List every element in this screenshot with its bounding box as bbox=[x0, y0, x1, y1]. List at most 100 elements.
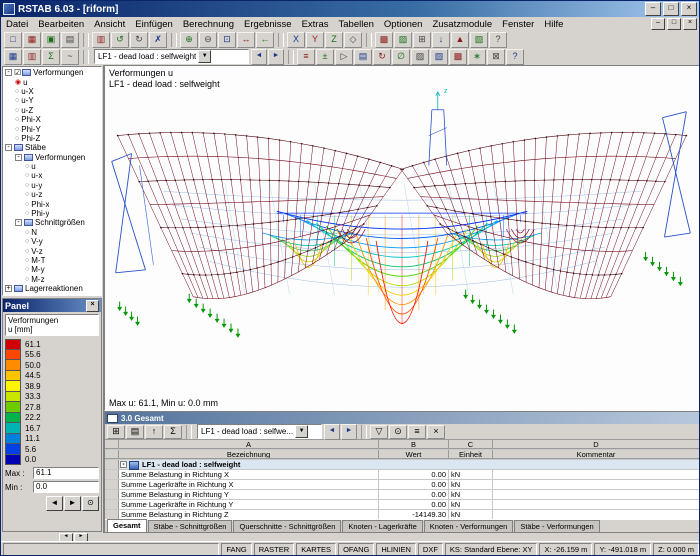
open-file-button[interactable]: ▦ bbox=[23, 31, 41, 48]
tab-querschnitte-schnittgroessen[interactable]: Querschnitte - Schnittgrößen bbox=[233, 520, 342, 532]
show-loads-button[interactable]: ↓ bbox=[432, 31, 450, 48]
panel-title-bar[interactable]: Panel × bbox=[3, 299, 101, 312]
checkbox-icon[interactable]: ☑ bbox=[14, 68, 21, 77]
mdi-close-button[interactable]: × bbox=[683, 18, 697, 30]
tree-item-u[interactable]: ◉ u bbox=[3, 77, 101, 87]
mdi-restore-button[interactable]: □ bbox=[667, 18, 681, 30]
tree-item-staebe-phi-y[interactable]: ○ Phi-y bbox=[3, 209, 101, 218]
table-loadcase-combobox[interactable]: LF1 - dead load : selfwe... ▼ bbox=[197, 424, 322, 439]
results-navigator-tree[interactable]: - ☑ Verformungen ◉ u ○ u-X ○ u-Y ○ u-Z ○… bbox=[2, 66, 102, 296]
show-tables-button[interactable]: ▦ bbox=[4, 48, 22, 65]
zoom-out-button[interactable]: ⊖ bbox=[199, 31, 217, 48]
group-expander-icon[interactable]: - bbox=[120, 461, 127, 468]
radio-off-icon[interactable]: ○ bbox=[25, 238, 29, 245]
result-values-button[interactable]: ± bbox=[316, 48, 334, 65]
help-button[interactable]: ? bbox=[489, 31, 507, 48]
table-row[interactable]: Summe Belastung in Richtung Y 0.00 kN bbox=[105, 490, 699, 500]
print-graphic-button[interactable]: ▤ bbox=[354, 48, 372, 65]
table-row[interactable]: Summe Lagerkräfte in Richtung X 0.00 kN bbox=[105, 480, 699, 490]
zoom-window-button[interactable]: ⊡ bbox=[218, 31, 236, 48]
undo-button[interactable]: ↺ bbox=[111, 31, 129, 48]
radio-on-icon[interactable]: ◉ bbox=[15, 79, 21, 86]
toggle-fang[interactable]: FANG bbox=[221, 542, 252, 555]
expander-icon[interactable]: - bbox=[5, 69, 12, 77]
mdi-minimize-button[interactable]: – bbox=[651, 18, 665, 30]
expander-icon[interactable]: - bbox=[5, 144, 12, 152]
tree-item-staebe-phi-x[interactable]: ○ Phi-x bbox=[3, 199, 101, 209]
copy-button[interactable]: ▥ bbox=[92, 31, 110, 48]
tree-item-staebe-u-y[interactable]: ○ u-y bbox=[3, 181, 101, 190]
menu-datei[interactable]: Datei bbox=[1, 18, 33, 31]
expander-icon[interactable]: - bbox=[15, 219, 22, 227]
table-row[interactable]: Summe Belastung in Richtung Z -14149.30 … bbox=[105, 510, 699, 519]
zoom-in-button[interactable]: ⊕ bbox=[180, 31, 198, 48]
panel-prev-button[interactable]: ◄ bbox=[46, 496, 63, 511]
radio-off-icon[interactable]: ○ bbox=[25, 210, 29, 217]
new-window-button[interactable]: ▧ bbox=[470, 31, 488, 48]
toggle-kartes[interactable]: KARTES bbox=[296, 542, 337, 555]
tab-knoten-lagerkraefte[interactable]: Knoten - Lagerkräfte bbox=[342, 520, 423, 532]
results-grid[interactable]: A B C D Bezeichnung Wert Einheit Komment… bbox=[105, 440, 699, 519]
calculate-button[interactable]: Σ bbox=[164, 424, 182, 439]
tree-item-verformungen[interactable]: - ☑ Verformungen bbox=[3, 68, 101, 77]
table-next-loadcase-button[interactable]: ► bbox=[341, 423, 357, 440]
menu-einfuegen[interactable]: Einfügen bbox=[130, 18, 178, 31]
pan-view-button[interactable]: ↔ bbox=[237, 31, 255, 48]
tree-item-phi-y[interactable]: ○ Phi-Y bbox=[3, 124, 101, 134]
tree-item-staebe-u-x[interactable]: ○ u-x bbox=[3, 171, 101, 180]
tab-knoten-verformungen[interactable]: Knoten - Verformungen bbox=[423, 520, 514, 532]
close-button[interactable]: × bbox=[681, 2, 697, 16]
tree-item-m-z[interactable]: ○ M-z bbox=[3, 275, 101, 284]
tree-item-phi-z[interactable]: ○ Phi-Z bbox=[3, 134, 101, 143]
results-display-button[interactable]: Σ bbox=[42, 48, 60, 65]
view-y-button[interactable]: Y bbox=[306, 31, 324, 48]
partial-view-button[interactable]: ▧ bbox=[430, 48, 448, 65]
wireframe-mode-button[interactable]: ▨ bbox=[394, 31, 412, 48]
deformation-display-button[interactable]: ~ bbox=[61, 48, 79, 65]
menu-berechnung[interactable]: Berechnung bbox=[178, 18, 239, 31]
tree-item-n[interactable]: ○ N bbox=[3, 228, 101, 237]
show-supports-button[interactable]: ▲ bbox=[451, 31, 469, 48]
panel-next-button[interactable]: ► bbox=[64, 496, 81, 511]
toggle-raster[interactable]: RASTER bbox=[253, 542, 295, 555]
next-loadcase-button[interactable]: ► bbox=[268, 48, 284, 65]
menu-ansicht[interactable]: Ansicht bbox=[89, 18, 130, 31]
tree-item-phi-x[interactable]: ○ Phi-X bbox=[3, 115, 101, 124]
radio-off-icon[interactable]: ○ bbox=[25, 248, 29, 255]
menu-ergebnisse[interactable]: Ergebnisse bbox=[239, 18, 297, 31]
tab-staebe-schnittgroessen[interactable]: Stäbe - Schnittgrößen bbox=[147, 520, 233, 532]
radio-off-icon[interactable]: ○ bbox=[25, 172, 29, 179]
show-panel-button[interactable]: ▥ bbox=[23, 48, 41, 65]
show-numbering-button[interactable]: ⊞ bbox=[413, 31, 431, 48]
maximize-button[interactable]: □ bbox=[663, 2, 679, 16]
radio-off-icon[interactable]: ○ bbox=[15, 88, 19, 95]
settings-button[interactable]: ∗ bbox=[468, 48, 486, 65]
find-button[interactable]: ⊙ bbox=[389, 424, 407, 439]
tree-item-m-t[interactable]: ○ M-T bbox=[3, 256, 101, 265]
refresh-button[interactable]: ↻ bbox=[373, 48, 391, 65]
modules-button[interactable]: ⊠ bbox=[487, 48, 505, 65]
tree-item-staebe-verformungen[interactable]: - Verformungen bbox=[3, 153, 101, 162]
tree-item-staebe-u-z[interactable]: ○ u-z bbox=[3, 190, 101, 199]
radio-off-icon[interactable]: ○ bbox=[25, 191, 29, 198]
table-title-bar[interactable]: 3.0 Gesamt bbox=[105, 412, 699, 424]
loadcase-combobox[interactable]: LF1 - dead load : selfweight ▼ bbox=[94, 49, 249, 64]
show-results-button[interactable]: ≡ bbox=[297, 48, 315, 65]
redo-button[interactable]: ↻ bbox=[130, 31, 148, 48]
structure-view[interactable] bbox=[105, 66, 700, 410]
view-x-button[interactable]: X bbox=[287, 31, 305, 48]
table-settings-button[interactable]: ⊞ bbox=[107, 424, 125, 439]
tree-item-v-z[interactable]: ○ V-z bbox=[3, 246, 101, 256]
tree-item-u-x[interactable]: ○ u-X bbox=[3, 87, 101, 96]
menu-tabellen[interactable]: Tabellen bbox=[334, 18, 379, 31]
menu-fenster[interactable]: Fenster bbox=[497, 18, 539, 31]
radio-off-icon[interactable]: ○ bbox=[15, 135, 19, 142]
panel-close-button[interactable]: × bbox=[86, 299, 99, 312]
close-table-button[interactable]: × bbox=[427, 424, 445, 439]
new-file-button[interactable]: □ bbox=[4, 31, 22, 48]
tab-staebe-verformungen[interactable]: Stäbe - Verformungen bbox=[514, 520, 600, 532]
tab-gesamt[interactable]: Gesamt bbox=[107, 519, 147, 532]
radio-off-icon[interactable]: ○ bbox=[25, 229, 29, 236]
radio-off-icon[interactable]: ○ bbox=[25, 182, 29, 189]
menu-extras[interactable]: Extras bbox=[297, 18, 334, 31]
